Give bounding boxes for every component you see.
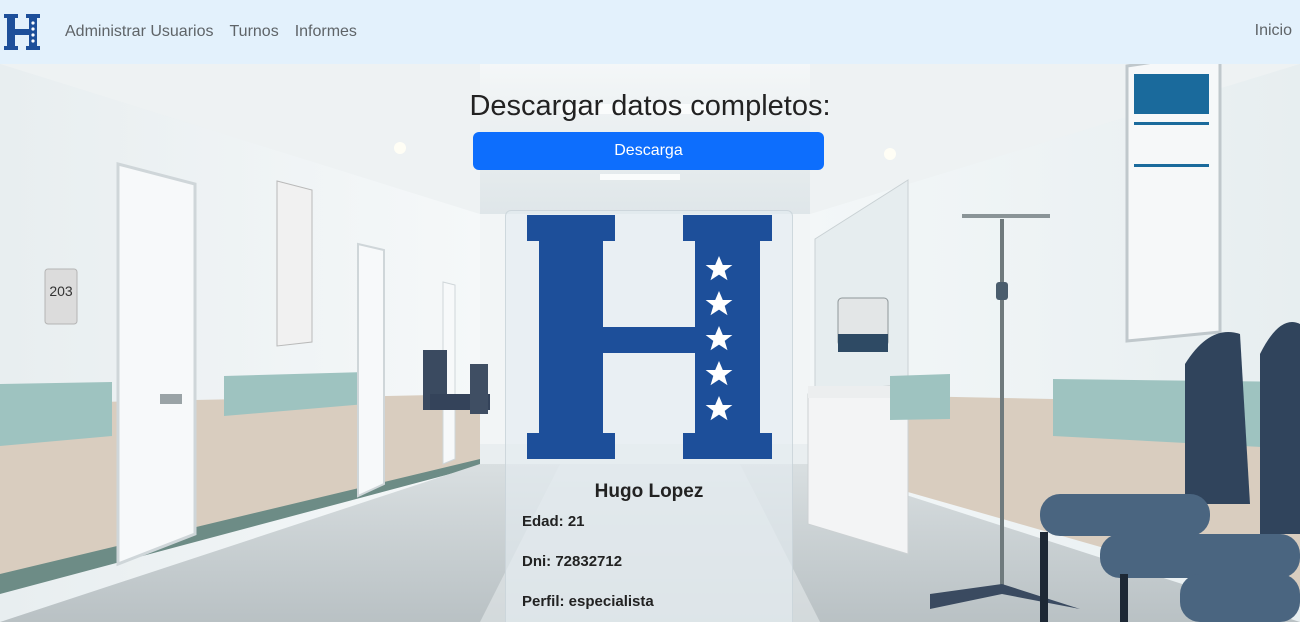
nav-link-inicio[interactable]: Inicio — [1255, 22, 1292, 40]
brand-logo[interactable] — [3, 10, 41, 54]
download-title: Descargar datos completos: — [469, 90, 831, 122]
profile-name: Hugo Lopez — [594, 481, 704, 502]
nav-link-turnos[interactable]: Turnos — [229, 23, 278, 41]
room-number-sign: 203 — [49, 283, 73, 299]
honduras-h-logo-icon — [527, 215, 772, 459]
honduras-h-logo-icon — [4, 14, 40, 50]
top-navbar: Administrar Usuarios Turnos Informes Ini… — [0, 0, 1300, 64]
profile-dni: Dni: 72832712 — [522, 553, 623, 570]
profile-age: Edad: 21 — [522, 513, 585, 530]
nav-link-informes[interactable]: Informes — [295, 23, 357, 41]
nav-link-administrar-usuarios[interactable]: Administrar Usuarios — [65, 23, 213, 41]
profile-card: Hugo Lopez Edad: 21 Dni: 72832712 Perfil… — [505, 210, 793, 622]
profile-type: Perfil: especialista — [522, 593, 654, 610]
download-button[interactable]: Descarga — [473, 132, 824, 170]
nav-links: Administrar Usuarios Turnos Informes — [65, 23, 357, 41]
